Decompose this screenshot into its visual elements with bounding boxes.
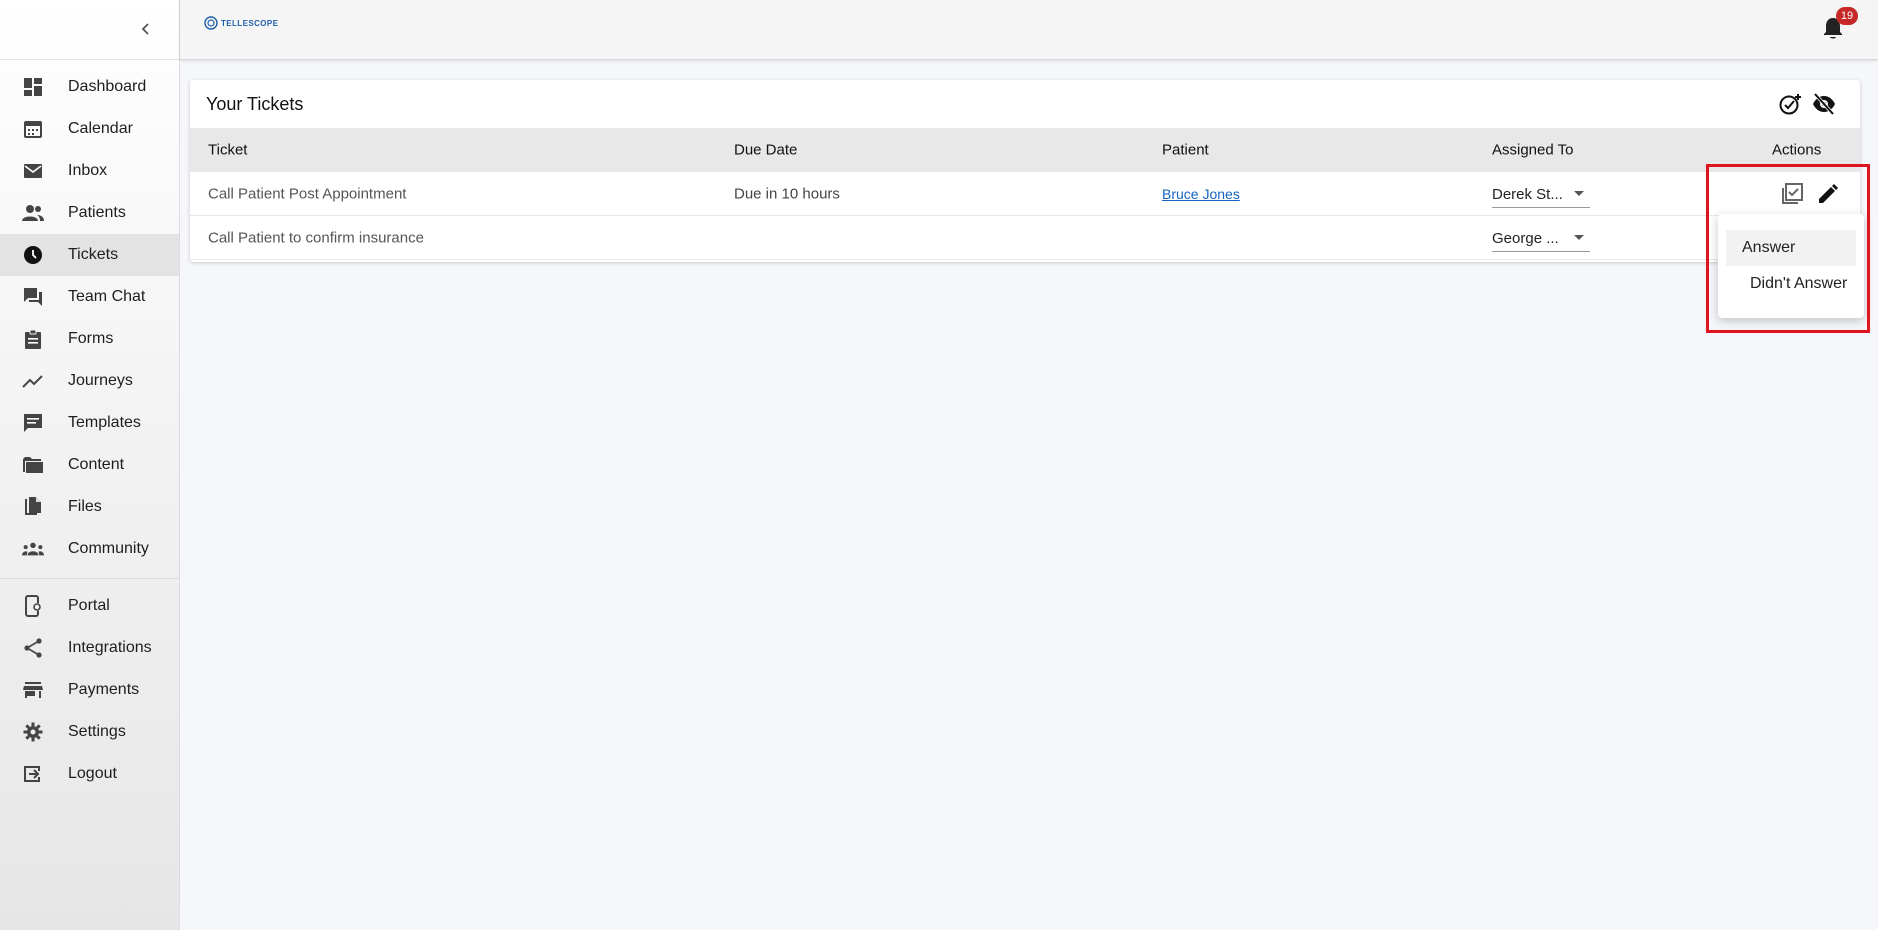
ticket-title: Call Patient to confirm insurance bbox=[208, 229, 424, 246]
sidebar-item-label: Files bbox=[68, 498, 102, 515]
caret-down-icon bbox=[1574, 191, 1584, 196]
menu-item-answer[interactable]: Answer bbox=[1726, 230, 1856, 266]
sidebar-item-dashboard[interactable]: Dashboard bbox=[0, 66, 179, 108]
portal-icon bbox=[22, 595, 44, 617]
column-header-ticket[interactable]: Ticket bbox=[208, 142, 247, 159]
table-row[interactable]: Call Patient Post Appointment Due in 10 … bbox=[190, 172, 1860, 216]
card-header: Your Tickets bbox=[190, 80, 1860, 128]
tickets-card: Your Tickets Ticket Due Date Patient Ass… bbox=[190, 80, 1860, 262]
sidebar-item-forms[interactable]: Forms bbox=[0, 318, 179, 360]
chevron-left-icon bbox=[141, 23, 149, 35]
patient-link[interactable]: Bruce Jones bbox=[1162, 186, 1240, 202]
logout-icon bbox=[22, 763, 44, 785]
sidebar-item-label: Tickets bbox=[68, 246, 119, 263]
sidebar-item-journeys[interactable]: Journeys bbox=[0, 360, 179, 402]
add-task-icon[interactable] bbox=[1778, 92, 1802, 116]
groups-icon bbox=[22, 538, 44, 560]
message-icon bbox=[22, 412, 44, 434]
sidebar-item-label: Templates bbox=[68, 414, 141, 431]
assignee-value: Derek St... bbox=[1492, 186, 1563, 203]
share-icon bbox=[22, 637, 44, 659]
top-bar: TELLESCOPE 19 bbox=[180, 0, 1878, 60]
sidebar-item-calendar[interactable]: Calendar bbox=[0, 108, 179, 150]
column-header-patient[interactable]: Patient bbox=[1162, 142, 1209, 159]
sidebar-nav-main: Dashboard Calendar Inbox Patients Ticket… bbox=[0, 60, 179, 570]
column-header-assigned-to[interactable]: Assigned To bbox=[1492, 142, 1573, 159]
chat-icon bbox=[22, 286, 44, 308]
sidebar-item-settings[interactable]: Settings bbox=[0, 711, 179, 753]
sidebar-item-label: Journeys bbox=[68, 372, 133, 389]
sidebar-item-logout[interactable]: Logout bbox=[0, 753, 179, 795]
sidebar-item-label: Payments bbox=[68, 681, 140, 698]
sidebar-item-portal[interactable]: Portal bbox=[0, 585, 179, 627]
sidebar-item-payments[interactable]: Payments bbox=[0, 669, 179, 711]
assignee-select[interactable]: George ... bbox=[1492, 226, 1590, 252]
column-header-actions: Actions bbox=[1772, 141, 1822, 159]
visibility-off-icon[interactable] bbox=[1812, 92, 1836, 116]
people-icon bbox=[22, 202, 44, 224]
page-title: Your Tickets bbox=[206, 94, 304, 114]
tellescope-logo[interactable]: TELLESCOPE bbox=[204, 16, 278, 30]
sidebar-item-team-chat[interactable]: Team Chat bbox=[0, 276, 179, 318]
sidebar-item-label: Integrations bbox=[68, 639, 152, 656]
table-header: Ticket Due Date Patient Assigned To Acti… bbox=[190, 128, 1860, 172]
row-actions bbox=[1780, 182, 1840, 206]
header-actions bbox=[1778, 92, 1836, 116]
logo-text: TELLESCOPE bbox=[221, 18, 279, 28]
store-icon bbox=[22, 679, 44, 701]
sidebar-item-label: Content bbox=[68, 456, 125, 473]
sidebar-item-label: Dashboard bbox=[68, 78, 147, 95]
trending-icon bbox=[22, 370, 44, 392]
column-header-due-date[interactable]: Due Date bbox=[734, 142, 797, 159]
sidebar-item-label: Team Chat bbox=[68, 288, 146, 305]
sidebar-nav-secondary: Portal Integrations Payments Settings Lo… bbox=[0, 585, 179, 795]
file-copy-icon bbox=[22, 496, 44, 518]
sidebar-item-label: Inbox bbox=[68, 162, 108, 179]
sidebar-item-label: Forms bbox=[68, 330, 114, 347]
clipboard-icon bbox=[22, 328, 44, 350]
clock-icon bbox=[22, 244, 44, 266]
sidebar-item-label: Calendar bbox=[68, 120, 133, 137]
table-row[interactable]: Call Patient to confirm insurance George… bbox=[190, 216, 1860, 260]
dashboard-icon bbox=[22, 76, 44, 98]
gear-icon bbox=[22, 721, 44, 743]
sidebar-item-label: Portal bbox=[68, 597, 110, 614]
ticket-title: Call Patient Post Appointment bbox=[208, 185, 407, 202]
folder-icon bbox=[22, 454, 44, 476]
sidebar-item-label: Community bbox=[68, 540, 149, 557]
calendar-icon bbox=[22, 118, 44, 140]
sidebar-item-integrations[interactable]: Integrations bbox=[0, 627, 179, 669]
sidebar: Dashboard Calendar Inbox Patients Ticket… bbox=[0, 0, 180, 930]
answer-menu: Answer Didn't Answer bbox=[1718, 214, 1864, 318]
sidebar-item-templates[interactable]: Templates bbox=[0, 402, 179, 444]
sidebar-item-tickets[interactable]: Tickets bbox=[0, 234, 179, 276]
sidebar-item-patients[interactable]: Patients bbox=[0, 192, 179, 234]
mail-icon bbox=[22, 160, 44, 182]
sidebar-item-content[interactable]: Content bbox=[0, 444, 179, 486]
assignee-select[interactable]: Derek St... bbox=[1492, 182, 1590, 208]
logo-mark-icon bbox=[204, 16, 218, 30]
sidebar-item-label: Logout bbox=[68, 765, 117, 782]
sidebar-item-files[interactable]: Files bbox=[0, 486, 179, 528]
collapse-sidebar-button[interactable] bbox=[133, 16, 159, 42]
sidebar-item-community[interactable]: Community bbox=[0, 528, 179, 570]
ticket-due-date: Due in 10 hours bbox=[734, 185, 840, 202]
caret-down-icon bbox=[1574, 235, 1584, 240]
sidebar-divider bbox=[0, 578, 179, 579]
edit-icon[interactable] bbox=[1816, 182, 1840, 206]
sidebar-header bbox=[0, 0, 179, 60]
menu-item-didnt-answer[interactable]: Didn't Answer bbox=[1726, 266, 1856, 302]
sidebar-item-inbox[interactable]: Inbox bbox=[0, 150, 179, 192]
sidebar-item-label: Settings bbox=[68, 723, 126, 740]
sidebar-item-label: Patients bbox=[68, 204, 126, 221]
assignee-value: George ... bbox=[1492, 230, 1559, 247]
notification-badge: 19 bbox=[1836, 7, 1858, 25]
library-add-check-icon[interactable] bbox=[1780, 182, 1804, 206]
